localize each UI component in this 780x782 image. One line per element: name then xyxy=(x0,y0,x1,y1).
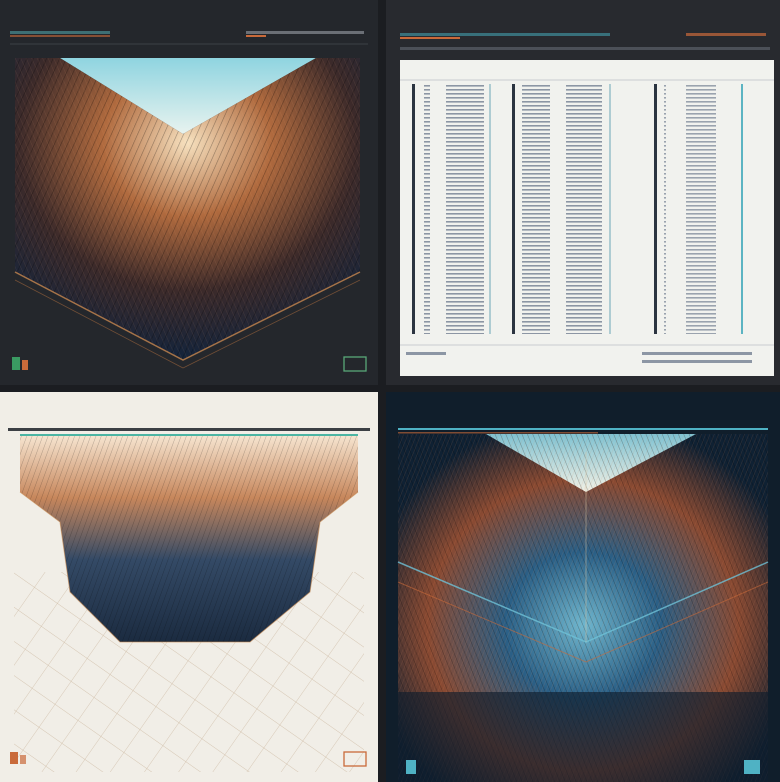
panel-top-left xyxy=(0,0,378,385)
panel-top-right xyxy=(386,0,780,385)
panel-bottom-right xyxy=(386,392,780,782)
footer-chart-icon xyxy=(406,760,416,774)
panel-artwork xyxy=(397,428,769,782)
panel-artwork xyxy=(8,428,370,772)
footer-chart-icon xyxy=(10,752,18,764)
panel-artwork xyxy=(10,31,368,372)
footer-status-icon xyxy=(343,356,367,372)
panel-bottom-left xyxy=(0,392,378,782)
footer-status-icon xyxy=(744,760,760,774)
panel-document xyxy=(400,33,774,376)
footer-chart-icon xyxy=(12,357,20,370)
document-column-2 xyxy=(512,84,611,334)
